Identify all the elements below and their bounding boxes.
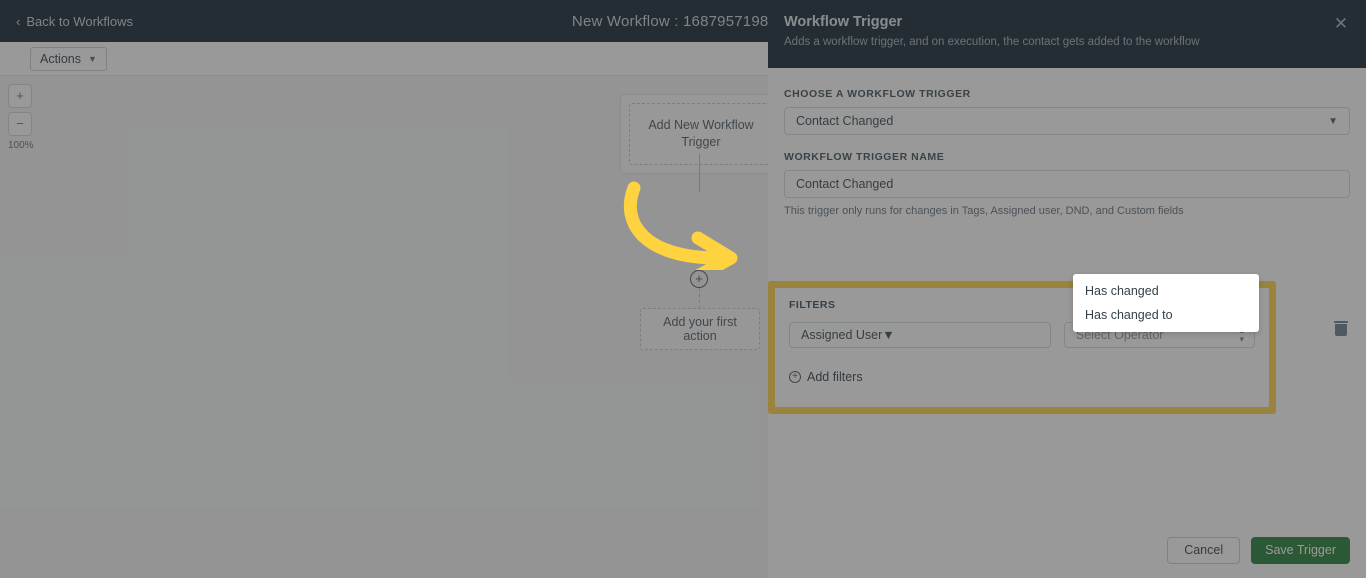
panel-header: Workflow Trigger Adds a workflow trigger… [768, 0, 1366, 68]
panel-subtitle: Adds a workflow trigger, and on executio… [784, 36, 1200, 48]
panel-body: CHOOSE A WORKFLOW TRIGGER Contact Change… [768, 68, 1366, 538]
trigger-helper-text: This trigger only runs for changes in Ta… [784, 205, 1184, 217]
cancel-button[interactable]: Cancel [1167, 536, 1241, 564]
operator-option-has-changed[interactable]: Has changed [1073, 279, 1259, 303]
trigger-name-value: Contact Changed [796, 177, 894, 191]
trash-lid [1334, 321, 1348, 323]
close-icon[interactable]: ✕ [1332, 15, 1350, 34]
trash-body [1335, 324, 1347, 336]
filter-field-value: Assigned User [801, 328, 883, 342]
chevron-down-icon: ▼ [882, 328, 895, 342]
screen-root: ‹ Back to Workflows New Workflow : 16879… [0, 0, 1366, 578]
add-filters-label: Add filters [807, 370, 863, 384]
trigger-type-value: Contact Changed [796, 114, 894, 128]
panel-title: Workflow Trigger [784, 14, 903, 30]
curved-arrow-annotation [623, 181, 738, 270]
choose-trigger-label: CHOOSE A WORKFLOW TRIGGER [784, 88, 971, 100]
operator-option-has-changed-to[interactable]: Has changed to [1073, 303, 1259, 327]
add-filters-button[interactable]: + Add filters [789, 370, 1255, 384]
plus-circle-icon: + [789, 371, 801, 383]
operator-dropdown-menu: Has changed Has changed to [1073, 274, 1259, 332]
trash-icon[interactable] [1334, 321, 1348, 337]
save-trigger-button[interactable]: Save Trigger [1251, 536, 1350, 564]
trigger-type-select[interactable]: Contact Changed ▼ [784, 107, 1350, 135]
filter-field-select[interactable]: Assigned User ▼ [789, 322, 1051, 348]
workflow-trigger-panel: Workflow Trigger Adds a workflow trigger… [768, 0, 1366, 578]
panel-footer: Cancel Save Trigger [768, 522, 1366, 578]
trigger-name-label: WORKFLOW TRIGGER NAME [784, 151, 945, 163]
chevron-down-icon: ▼ [1328, 115, 1338, 127]
trigger-name-input[interactable]: Contact Changed [784, 170, 1350, 198]
